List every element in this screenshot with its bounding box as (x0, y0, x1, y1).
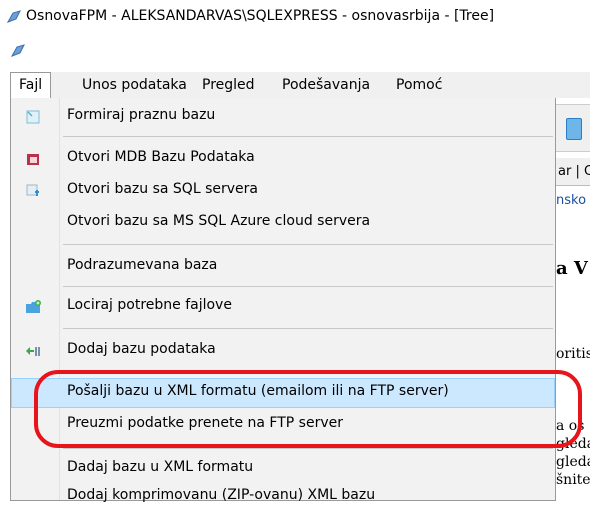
menu-item-otvori-sql[interactable]: Otvori bazu sa SQL servera (11, 176, 555, 206)
sql-server-icon (26, 184, 39, 196)
menu-separator (63, 286, 553, 287)
background-text: oritis (556, 346, 590, 362)
menu-item-dadaj-xml[interactable]: Dadaj bazu u XML formatu (11, 454, 555, 484)
menu-item-label: Dadaj bazu u XML formatu (67, 459, 254, 475)
background-toolbar-button[interactable] (566, 118, 582, 140)
menu-item-podrazumevana-baza[interactable]: Podrazumevana baza (11, 252, 555, 282)
menu-item-label: Lociraj potrebne fajlove (67, 297, 232, 313)
background-heading: a V (556, 258, 588, 279)
menu-item-label: Otvori bazu sa SQL servera (67, 181, 258, 197)
app-logo-icon[interactable] (10, 44, 26, 58)
menu-item-otvori-mdb[interactable]: Otvori MDB Bazu Podataka (11, 144, 555, 174)
menu-separator (63, 448, 553, 449)
menu-item-label: Formiraj praznu bazu (67, 107, 216, 123)
menu-item-label: Dodaj bazu podataka (67, 341, 216, 357)
background-text: šnite (556, 472, 590, 488)
menu-item-lociraj-fajlove[interactable]: Lociraj potrebne fajlove (11, 292, 555, 322)
title-bar: OsnovaFPM - ALEKSANDARVAS\SQLEXPRESS - o… (0, 0, 590, 36)
access-database-icon (27, 154, 39, 165)
background-link[interactable]: nsko (556, 190, 590, 212)
menu-item-dodaj-zip-xml[interactable]: Dodaj komprimovanu (ZIP-ovanu) XML bazu (11, 482, 555, 512)
background-text: gleda (556, 454, 590, 470)
menu-bar: Fajl Unos podataka Pregled Podešavanja P… (10, 72, 590, 98)
menu-item-label: Podrazumevana baza (67, 257, 218, 273)
background-tab[interactable]: ar | C (556, 158, 590, 186)
menu-unos-podataka[interactable]: Unos podataka (74, 72, 195, 98)
annotation-highlight-ring (34, 370, 582, 448)
menu-item-label: Otvori bazu sa MS SQL Azure cloud server… (67, 213, 371, 229)
quick-toolbar (0, 36, 590, 70)
menu-podesavanja[interactable]: Podešavanja (274, 72, 378, 98)
menu-pregled[interactable]: Pregled (194, 72, 263, 98)
menu-separator (63, 328, 553, 329)
menu-item-label: Otvori MDB Bazu Podataka (67, 149, 255, 165)
menu-fajl[interactable]: Fajl (10, 72, 52, 98)
locate-folder-icon (26, 300, 41, 313)
add-database-icon (26, 347, 40, 356)
new-database-icon (26, 110, 40, 124)
app-logo-icon (6, 10, 21, 23)
menu-separator (63, 136, 553, 137)
menu-separator (63, 244, 553, 245)
menu-item-otvori-azure[interactable]: Otvori bazu sa MS SQL Azure cloud server… (11, 208, 555, 238)
menu-item-formiraj-praznu-bazu[interactable]: Formiraj praznu bazu (11, 102, 555, 132)
menu-pomoc[interactable]: Pomoć (388, 72, 450, 98)
window-title: OsnovaFPM - ALEKSANDARVAS\SQLEXPRESS - o… (26, 8, 495, 24)
menu-item-dodaj-bazu[interactable]: Dodaj bazu podataka (11, 336, 555, 366)
